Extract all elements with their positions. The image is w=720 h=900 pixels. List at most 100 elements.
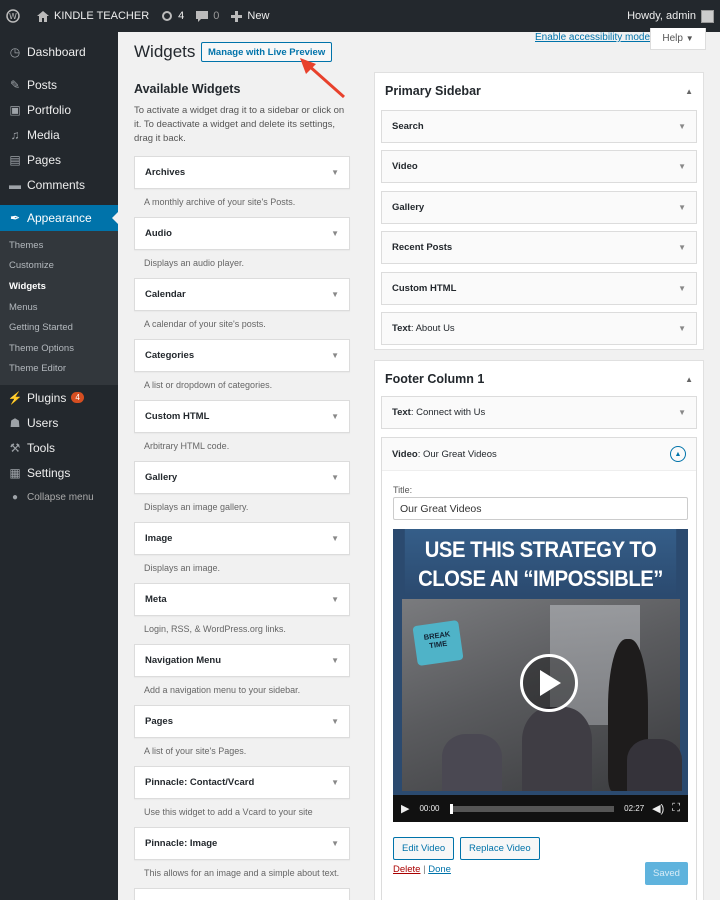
available-widgets-list: Archives ▼ A monthly archive of your site'… <box>134 156 350 900</box>
widget-description: Use this widget to add a Vcard to your s… <box>144 807 313 817</box>
widget-description: A calendar of your site's posts. <box>144 319 266 329</box>
menu-item-posts[interactable]: ✎ Posts <box>0 72 118 97</box>
widget-audio[interactable]: Audio ▼ <box>134 217 350 250</box>
widget-name: Custom HTML <box>392 283 457 294</box>
footer-column-header[interactable]: Footer Column 1 ▲ <box>375 361 703 397</box>
submenu-customize[interactable]: Customize <box>0 256 118 277</box>
available-widgets-title: Available Widgets <box>134 82 241 96</box>
widget-custom-html[interactable]: Custom HTML ▼ <box>134 400 350 433</box>
sidebar-widget-custom-html[interactable]: Custom HTML ▼ <box>381 272 697 305</box>
done-link[interactable]: Done <box>428 864 451 875</box>
chevron-down-icon[interactable]: ▼ <box>678 284 686 293</box>
primary-sidebar-header[interactable]: Primary Sidebar ▲ <box>375 73 703 109</box>
sidebar-widget-recent-posts[interactable]: Recent Posts ▼ <box>381 231 697 264</box>
accessibility-mode-link[interactable]: Enable accessibility mode <box>535 32 650 43</box>
play-icon[interactable] <box>520 654 578 712</box>
menu-item-portfolio[interactable]: ▣ Portfolio <box>0 97 118 122</box>
widget-pinnacle-image[interactable]: Pinnacle: Image ▼ <box>134 827 350 860</box>
menu-label: Appearance <box>27 211 92 225</box>
chevron-down-icon[interactable]: ▼ <box>331 717 339 726</box>
sidebar-widget-search[interactable]: Search ▼ <box>381 110 697 143</box>
menu-item-pages[interactable]: ▤ Pages <box>0 147 118 172</box>
menu-item-dashboard[interactable]: ◷ Dashboard <box>0 39 118 64</box>
submenu-getting-started[interactable]: Getting Started <box>0 317 118 338</box>
chevron-down-icon[interactable]: ▼ <box>331 229 339 238</box>
chevron-down-icon[interactable]: ▼ <box>331 778 339 787</box>
menu-item-comments[interactable]: ▬ Comments <box>0 172 118 197</box>
menu-item-media[interactable]: ♫ Media <box>0 122 118 147</box>
site-name-link[interactable]: KINDLE TEACHER <box>37 10 149 22</box>
submenu-menus[interactable]: Menus <box>0 297 118 318</box>
widget-meta[interactable]: Meta ▼ <box>134 583 350 616</box>
seek-handle[interactable] <box>449 803 453 814</box>
new-content-link[interactable]: New <box>231 10 269 22</box>
menu-item-appearance[interactable]: ✒ Appearance <box>0 205 118 231</box>
widget-image[interactable]: Image ▼ <box>134 522 350 555</box>
chevron-down-icon[interactable]: ▼ <box>331 839 339 848</box>
menu-label: Tools <box>27 440 56 455</box>
widget-name: Audio <box>145 228 172 239</box>
list-item: Pinnacle: Contact/Vcard ▼ Use this widget … <box>134 766 350 827</box>
widget-calendar[interactable]: Calendar ▼ <box>134 278 350 311</box>
menu-item-plugins[interactable]: ⚡ Plugins 4 <box>0 385 118 410</box>
wordpress-logo-icon[interactable]: W <box>6 9 25 23</box>
video-scene-image: BREAK TIME <box>402 599 682 791</box>
svg-text:W: W <box>9 12 17 21</box>
chevron-down-icon[interactable]: ▼ <box>331 534 339 543</box>
fullscreen-icon[interactable]: ⛶ <box>672 802 680 815</box>
updates-link[interactable]: 4 <box>161 10 184 22</box>
saved-button[interactable]: Saved <box>645 862 688 885</box>
chevron-down-icon[interactable]: ▼ <box>678 408 686 417</box>
widget-pinnacle-contact[interactable]: Pinnacle: Contact/Vcard ▼ <box>134 766 350 799</box>
collapse-widget-icon[interactable]: ▲ <box>670 446 686 462</box>
submenu-widgets[interactable]: Widgets <box>0 276 118 297</box>
play-small-icon[interactable]: ▶ <box>401 802 409 815</box>
widget-navigation-menu[interactable]: Navigation Menu ▼ <box>134 644 350 677</box>
widget-pages[interactable]: Pages ▼ <box>134 705 350 738</box>
account-menu[interactable]: Howdy, admin <box>627 9 714 23</box>
title-field[interactable] <box>393 497 688 520</box>
chevron-down-icon[interactable]: ▼ <box>678 203 686 212</box>
break-time-mug-icon: BREAK TIME <box>412 619 464 667</box>
submenu-theme-editor[interactable]: Theme Editor <box>0 359 118 380</box>
widget-categories[interactable]: Categories ▼ <box>134 339 350 372</box>
widget-archives[interactable]: Archives ▼ <box>134 156 350 189</box>
submenu-theme-options[interactable]: Theme Options <box>0 338 118 359</box>
chevron-down-icon[interactable]: ▼ <box>678 243 686 252</box>
chevron-up-icon[interactable]: ▲ <box>685 375 693 384</box>
chevron-down-icon[interactable]: ▼ <box>331 290 339 299</box>
volume-icon[interactable]: ◀) <box>652 802 664 815</box>
widget-name: Gallery <box>392 202 425 213</box>
chevron-down-icon[interactable]: ▼ <box>331 412 339 421</box>
sidebar-widget-text-about[interactable]: Text: About Us ▼ <box>381 312 697 345</box>
footer-widget-text-connect[interactable]: Text: Connect with Us ▼ <box>381 396 697 429</box>
chevron-down-icon[interactable]: ▼ <box>331 595 339 604</box>
widget-next-partial[interactable] <box>134 888 350 900</box>
chevron-up-icon[interactable]: ▲ <box>685 87 693 96</box>
seek-bar[interactable] <box>449 803 615 814</box>
chevron-down-icon[interactable]: ▼ <box>678 162 686 171</box>
chevron-down-icon[interactable]: ▼ <box>678 122 686 131</box>
collapse-menu-button[interactable]: ● Collapse menu <box>0 485 118 510</box>
help-tab[interactable]: Help ▼ <box>650 28 706 50</box>
edit-video-button[interactable]: Edit Video <box>393 837 455 860</box>
comments-link[interactable]: 0 <box>196 10 219 22</box>
chevron-down-icon[interactable]: ▼ <box>331 351 339 360</box>
widget-gallery[interactable]: Gallery ▼ <box>134 461 350 494</box>
menu-item-settings[interactable]: ▦ Settings <box>0 460 118 485</box>
submenu-themes[interactable]: Themes <box>0 235 118 256</box>
sidebar-widget-gallery[interactable]: Gallery ▼ <box>381 191 697 224</box>
replace-video-button[interactable]: Replace Video <box>460 837 540 860</box>
menu-item-users[interactable]: ☗ Users <box>0 410 118 435</box>
video-player[interactable]: USE THIS STRATEGY TO CLOSE AN “IMPOSSIBL… <box>393 529 688 822</box>
chevron-down-icon[interactable]: ▼ <box>331 473 339 482</box>
chevron-down-icon[interactable]: ▼ <box>331 168 339 177</box>
sidebar-widget-video[interactable]: Video ▼ <box>381 150 697 183</box>
menu-item-tools[interactable]: ⚒ Tools <box>0 435 118 460</box>
delete-link[interactable]: Delete <box>393 864 420 875</box>
site-name: KINDLE TEACHER <box>54 10 150 22</box>
widget-description: This allows for an image and a simple ab… <box>144 868 340 878</box>
chevron-down-icon[interactable]: ▼ <box>331 656 339 665</box>
chevron-down-icon[interactable]: ▼ <box>678 324 686 333</box>
video-widget-header[interactable]: Video: Our Great Videos ▲ <box>382 438 696 471</box>
